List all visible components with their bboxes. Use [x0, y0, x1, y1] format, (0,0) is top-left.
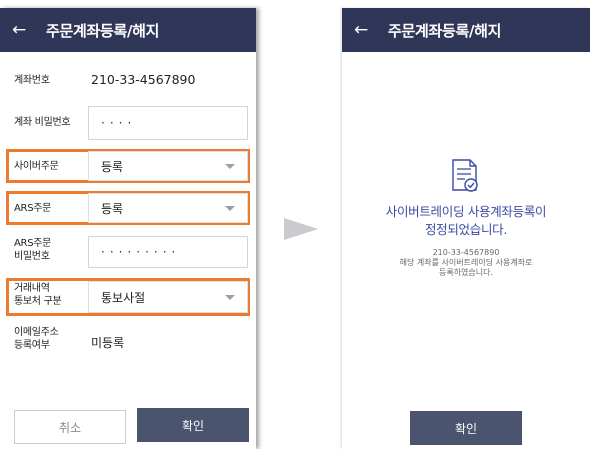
ars-password-label-1: ARS주문 — [14, 238, 52, 249]
page-title: 주문계좌등록/해지 — [46, 21, 160, 40]
page-title: 주문계좌등록/해지 — [388, 21, 502, 40]
ars-password-label-2: 비밀번호 — [14, 251, 50, 262]
cyber-order-select[interactable]: 등록 — [88, 151, 248, 181]
account-number-value: 210-33-4567890 — [91, 72, 196, 87]
result-title-line2: 정정되었습니다. — [424, 222, 508, 237]
chevron-down-icon — [225, 206, 235, 211]
trade-notice-selected: 통보사절 — [101, 290, 146, 305]
registration-complete-screen: ← 주문계좌등록/해지 사이버트레이딩 사용계좌등록이 정정되었습니다. 210… — [342, 8, 590, 449]
chevron-down-icon — [225, 164, 235, 169]
chevron-down-icon — [225, 295, 235, 300]
order-account-form-screen: ← 주문계좌등록/해지 계좌번호 210-33-4567890 계좌 비밀번호 … — [0, 8, 256, 449]
cancel-button[interactable]: 취소 — [14, 410, 126, 444]
trade-notice-label-2: 통보처 구분 — [14, 296, 62, 307]
app-header: ← 주문계좌등록/해지 — [0, 8, 256, 52]
confirm-button[interactable]: 확인 — [410, 411, 522, 445]
email-label-1: 이메일주소 — [14, 327, 59, 338]
result-desc-line2: 등록하였습니다. — [438, 268, 494, 277]
email-status-value: 미등록 — [91, 336, 125, 350]
account-password-label: 계좌 비밀번호 — [14, 117, 71, 128]
back-arrow-icon[interactable]: ← — [354, 21, 378, 39]
trade-notice-label-1: 거래내역 — [14, 283, 50, 294]
result-title-line1: 사이버트레이딩 사용계좌등록이 — [385, 204, 547, 219]
back-arrow-icon[interactable]: ← — [12, 21, 36, 39]
account-password-input[interactable]: ···· — [88, 106, 248, 140]
cyber-order-label: 사이버주문 — [14, 161, 59, 172]
ars-password-input[interactable]: ········· — [88, 236, 248, 268]
ars-order-selected: 등록 — [101, 201, 124, 216]
account-number-label: 계좌번호 — [14, 75, 50, 86]
cyber-order-selected: 등록 — [101, 159, 124, 174]
next-step-arrow-icon — [284, 218, 318, 240]
document-check-icon — [452, 159, 478, 192]
app-header: ← 주문계좌등록/해지 — [342, 8, 590, 52]
trade-notice-select[interactable]: 통보사절 — [88, 281, 248, 313]
confirm-button[interactable]: 확인 — [137, 408, 249, 442]
ars-order-label: ARS주문 — [14, 203, 52, 214]
ars-order-select[interactable]: 등록 — [88, 193, 248, 223]
result-account-number: 210-33-4567890 — [432, 248, 500, 257]
result-desc-line1: 해당 계좌를 사이버트레이딩 사용계좌로 — [399, 258, 533, 267]
email-label-2: 등록여부 — [14, 340, 50, 351]
